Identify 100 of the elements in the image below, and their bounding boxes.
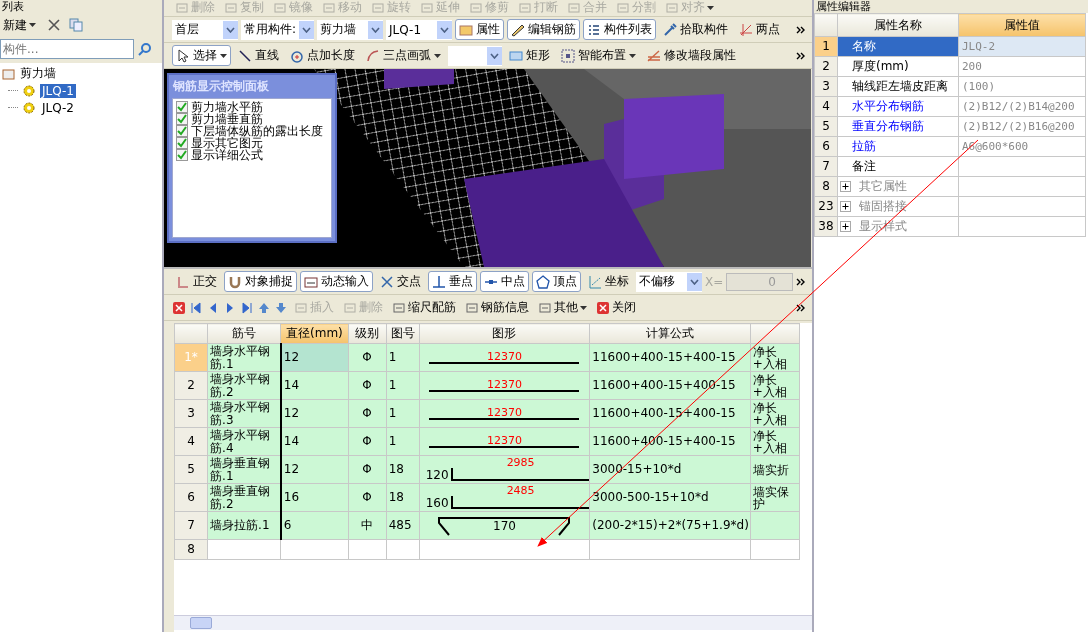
checkbox[interactable] xyxy=(176,125,188,137)
toolbar-button[interactable]: 点加长度 xyxy=(286,45,359,66)
cursor-icon xyxy=(176,48,190,63)
magnet-icon xyxy=(228,274,242,289)
toolbar-button[interactable]: 正交 xyxy=(172,271,221,292)
search-field[interactable]: 构件... xyxy=(0,39,134,59)
toolbar-button[interactable]: 动态输入 xyxy=(300,271,373,292)
toolbar-button[interactable]: 交点 xyxy=(376,271,425,292)
arc-icon xyxy=(366,48,380,63)
toolbar-button[interactable]: 三点画弧 xyxy=(362,45,445,66)
property-value[interactable]: 200 xyxy=(962,60,982,73)
down-icon xyxy=(274,300,288,315)
row-header[interactable]: 1 xyxy=(814,36,838,57)
row-header[interactable]: 4 xyxy=(814,96,838,117)
property-name: 其它属性 xyxy=(858,179,907,193)
toolbar-button[interactable]: 坐标 xyxy=(584,271,633,292)
table-cell: 墙身水平钢筋.2 xyxy=(207,371,281,400)
length-label: 2485 xyxy=(506,485,535,496)
checkbox[interactable] xyxy=(176,113,188,125)
row-header[interactable]: 4 xyxy=(174,427,208,456)
more-icon[interactable] xyxy=(796,25,806,34)
tree-item[interactable]: JLQ-2 xyxy=(40,100,76,115)
new-button[interactable]: 新建 xyxy=(0,16,39,34)
dropdown[interactable]: 剪力墙 xyxy=(317,19,384,40)
row-header[interactable]: 7 xyxy=(174,511,208,540)
panel-title: 钢筋显示控制面板 xyxy=(172,78,270,95)
crosshair-icon xyxy=(739,22,754,37)
row-header[interactable]: 2 xyxy=(174,371,208,400)
tree-item[interactable]: 剪力墙 xyxy=(20,65,56,82)
toolbar-button[interactable]: 垂点 xyxy=(428,271,477,292)
toolbar-button[interactable]: 选择 xyxy=(172,45,231,66)
row-header[interactable]: 8 xyxy=(814,176,838,197)
checkbox[interactable] xyxy=(176,149,188,161)
column-header[interactable]: 筋号 xyxy=(207,323,281,344)
more-icon[interactable] xyxy=(796,51,806,60)
row-header[interactable]: 5 xyxy=(174,455,208,484)
tree-item[interactable]: JLQ-1 xyxy=(40,83,76,98)
toolbar-button[interactable]: 矩形 xyxy=(505,45,554,66)
option-label: 显示其它图元 xyxy=(191,137,263,149)
row-header[interactable]: 5 xyxy=(814,116,838,137)
column-header[interactable]: 图形 xyxy=(419,323,590,344)
toolbar-button[interactable]: 智能布置 xyxy=(557,45,640,66)
option-label: 剪力墙垂直筋 xyxy=(191,113,263,125)
row-header[interactable]: 6 xyxy=(174,483,208,512)
column-header[interactable]: 计算公式 xyxy=(589,323,751,344)
table-cell: 墙实折 xyxy=(752,462,789,477)
toolbar-button[interactable]: 直线 xyxy=(234,45,283,66)
dropdown[interactable]: 首层 xyxy=(172,19,238,40)
row-header[interactable]: 6 xyxy=(814,136,838,157)
length-label: 12370 xyxy=(487,350,522,362)
toolbar-button[interactable]: 拾取构件 xyxy=(659,19,733,40)
property-value[interactable]: (100) xyxy=(962,80,996,93)
dropper-icon xyxy=(663,22,678,37)
dropdown[interactable]: 不偏移 xyxy=(636,271,702,292)
table-cell: 11600+400-15+400-15 xyxy=(589,427,751,456)
checkbox[interactable] xyxy=(176,101,188,113)
toolbar-button[interactable]: 缩尺配筋 xyxy=(389,299,459,316)
column-header: 属性值 xyxy=(958,13,1086,37)
toolbar-button[interactable]: 对象捕捉 xyxy=(224,271,297,292)
expand-icon[interactable] xyxy=(840,181,851,192)
row-header[interactable]: 2 xyxy=(814,56,838,77)
more-icon[interactable] xyxy=(796,303,806,312)
length-label: 12370 xyxy=(487,406,522,418)
toolbar-button[interactable]: 钢筋信息 xyxy=(462,299,532,316)
table-cell: 墙身垂直钢筋.2 xyxy=(207,483,281,512)
toolbar-button[interactable]: 中点 xyxy=(480,271,529,292)
row-header[interactable]: 7 xyxy=(814,156,838,177)
toolbar-button[interactable]: 关闭 xyxy=(593,299,639,316)
toolbar-button[interactable]: 构件列表 xyxy=(583,19,657,40)
row-header[interactable]: 3 xyxy=(814,76,838,97)
row-header[interactable]: 8 xyxy=(174,539,208,560)
table-cell: 墙身垂直钢筋.1 xyxy=(207,455,281,484)
scrollbar[interactable] xyxy=(174,615,812,630)
dropdown[interactable]: 常用构件: xyxy=(241,19,315,40)
table-cell: 净长+入相 xyxy=(752,400,787,427)
checkbox[interactable] xyxy=(176,137,188,149)
length-label: 120 xyxy=(425,469,449,482)
dropdown[interactable]: JLQ-1 xyxy=(386,19,453,40)
row-header[interactable]: 3 xyxy=(174,399,208,428)
column-header[interactable]: 图号 xyxy=(386,323,420,344)
column-header[interactable]: 直径(mm) xyxy=(280,323,348,344)
toolbar-button[interactable]: 属性 xyxy=(455,19,505,40)
toolbar-button[interactable]: 修改墙段属性 xyxy=(643,45,740,66)
table-cell: 墙实保护 xyxy=(752,484,789,511)
row-header[interactable]: 38 xyxy=(814,216,838,237)
last-icon xyxy=(240,300,254,315)
expand-icon[interactable] xyxy=(840,221,851,232)
table-cell: 净长+入相 xyxy=(752,428,787,455)
more-icon[interactable] xyxy=(796,277,806,286)
toolbar-button[interactable]: 顶点 xyxy=(532,271,581,292)
pen-icon xyxy=(511,22,526,37)
toolbar-button[interactable]: 编辑钢筋 xyxy=(507,19,581,40)
row-header[interactable]: 23 xyxy=(814,196,838,217)
angle-icon xyxy=(176,274,190,289)
property-name: 厚度(mm) xyxy=(852,59,909,73)
toolbar-button[interactable]: 两点 xyxy=(735,19,785,40)
expand-icon[interactable] xyxy=(840,201,851,212)
column-header[interactable]: 级别 xyxy=(348,323,387,344)
toolbar-button[interactable]: 其他 xyxy=(535,299,590,316)
option-label: 下层墙体纵筋的露出长度 xyxy=(191,125,323,137)
